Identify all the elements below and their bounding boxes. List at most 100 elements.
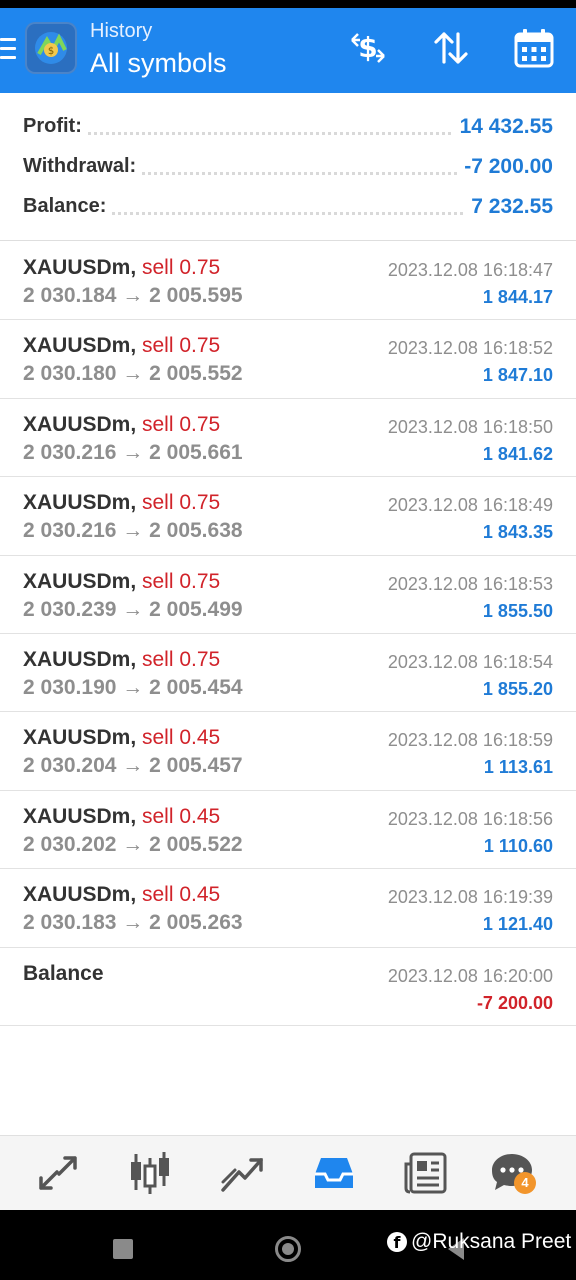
trade-icon[interactable] [217,1150,267,1196]
deal-symbol: XAUUSDm, [23,569,137,593]
close-price: 2 005.454 [149,675,243,699]
close-price: 2 005.661 [149,440,243,464]
deal-symbol: XAUUSDm, [23,726,137,750]
close-price: 2 005.499 [149,597,243,621]
chart-icon[interactable] [125,1150,175,1196]
deal-prices: 2 030.202 → 2 005.522 [23,833,243,857]
arrow-icon: → [122,675,144,699]
deal-row[interactable]: XAUUSDm, sell 0.75 2 030.190 → 2 005.454… [0,634,576,713]
deal-profit: 1 847.10 [482,365,553,386]
open-price: 2 030.239 [23,597,117,621]
deal-profit: 1 110.60 [483,835,553,856]
svg-text:$: $ [358,31,377,64]
deal-prices: 2 030.183 → 2 005.263 [23,911,243,935]
arrow-icon: → [122,440,144,464]
deal-row[interactable]: XAUUSDm, sell 0.45 2 030.204 → 2 005.457… [0,712,576,791]
svg-text:$: $ [48,46,54,57]
deal-type: sell 0.45 [142,726,221,750]
balance-value: 7 232.55 [465,195,553,219]
recent-apps-button[interactable] [113,1239,133,1259]
sort-icon[interactable] [429,26,473,70]
deal-type: sell 0.75 [142,491,221,515]
withdrawal-value: -7 200.00 [458,155,553,179]
symbol-filter[interactable]: All symbols [90,48,227,79]
deal-time: 2023.12.08 16:18:54 [387,651,553,672]
screen-title: History [90,20,153,42]
deal-symbol: XAUUSDm, [23,883,137,907]
messages-icon[interactable]: 4 [488,1150,538,1196]
deal-symbol: XAUUSDm, [23,334,137,358]
watermark: f @Ruksana Preet [387,1230,571,1254]
deal-type: sell 0.45 [142,804,221,828]
profit-label: Profit: [23,115,88,138]
home-button[interactable] [275,1236,301,1262]
deal-row[interactable]: XAUUSDm, sell 0.45 2 030.202 → 2 005.522… [0,791,576,870]
deal-type: sell 0.45 [142,883,221,907]
deal-prices: 2 030.204 → 2 005.457 [23,754,243,778]
deal-time: 2023.12.08 16:18:52 [387,338,553,359]
deal-prices: 2 030.216 → 2 005.661 [23,441,243,465]
menu-icon[interactable] [0,38,16,60]
deal-row[interactable]: XAUUSDm, sell 0.75 2 030.216 → 2 005.638… [0,477,576,556]
deal-type: sell 0.75 [142,569,221,593]
deposit-currency-icon[interactable]: $ [346,26,390,70]
close-price: 2 005.595 [149,284,243,307]
deal-prices: 2 030.180 → 2 005.552 [23,362,243,386]
close-price: 2 005.457 [149,754,243,778]
deal-profit: 1 844.17 [482,287,553,307]
deal-time: 2023.12.08 16:18:56 [387,808,553,829]
metatrader-logo: $ [25,22,77,74]
balance-label: Balance: [23,195,113,218]
history-summary: Profit: 14 432.55 Withdrawal: -7 200.00 … [0,93,576,241]
history-icon[interactable] [309,1150,359,1196]
deal-symbol: XAUUSDm, [23,491,137,515]
deal-time: 2023.12.08 16:18:59 [387,730,553,751]
deal-type: sell 0.75 [142,647,221,671]
deal-profit: 1 841.62 [482,443,553,464]
deal-symbol: XAUUSDm, [23,256,137,279]
arrow-icon: → [122,284,144,307]
deal-type: sell 0.75 [142,334,221,358]
deal-prices: 2 030.239 → 2 005.499 [23,598,243,622]
deal-row[interactable]: XAUUSDm, sell 0.75 2 030.239 → 2 005.499… [0,556,576,634]
deal-symbol: XAUUSDm, [23,804,137,828]
deal-type: sell 0.75 [142,256,221,279]
arrow-icon: → [122,519,144,543]
open-price: 2 030.216 [23,519,117,543]
status-bar [0,0,576,8]
balance-summary-row: Balance: 7 232.55 [23,195,553,225]
watermark-text: @Ruksana Preet [411,1230,572,1253]
deal-time: 2023.12.08 16:18:47 [387,260,553,280]
calendar-icon[interactable] [512,26,556,70]
withdrawal-summary-row: Withdrawal: -7 200.00 [23,155,553,185]
deal-profit: 1 113.61 [483,757,553,778]
deal-row[interactable]: XAUUSDm, sell 0.75 2 030.180 → 2 005.552… [0,320,576,399]
deal-profit: 1 843.35 [482,522,553,543]
quotes-icon[interactable] [33,1150,83,1196]
news-icon[interactable] [401,1150,451,1196]
arrow-icon: → [122,362,144,386]
deal-row[interactable]: XAUUSDm, sell 0.75 2 030.216 → 2 005.661… [0,399,576,478]
deal-profit: 1 855.20 [482,678,553,699]
open-price: 2 030.190 [23,675,117,699]
deal-profit: 1 121.40 [482,914,553,935]
bottom-navigation: 4 [0,1135,576,1210]
profit-value: 14 432.55 [453,115,553,139]
close-price: 2 005.638 [149,519,243,543]
close-price: 2 005.522 [149,832,243,856]
open-price: 2 030.180 [23,362,117,386]
open-price: 2 030.204 [23,754,117,778]
arrow-icon: → [122,597,144,621]
balance-operation-label: Balance [23,961,104,985]
facebook-icon: f [387,1232,407,1252]
deal-row[interactable]: XAUUSDm, sell 0.45 2 030.183 → 2 005.263… [0,869,576,948]
deal-row[interactable]: XAUUSDm, sell 0.75 2 030.184 → 2 005.595… [0,242,576,321]
deal-symbol: XAUUSDm, [23,647,137,671]
balance-operation-row[interactable]: Balance 2023.12.08 16:20:00 -7 200.00 [0,948,576,1026]
messages-badge: 4 [514,1172,536,1194]
profit-summary-row: Profit: 14 432.55 [23,115,553,145]
withdrawal-label: Withdrawal: [23,155,143,178]
arrow-icon: → [122,911,144,935]
deal-time: 2023.12.08 16:18:49 [387,495,553,516]
deal-time: 2023.12.08 16:20:00 [387,965,553,986]
